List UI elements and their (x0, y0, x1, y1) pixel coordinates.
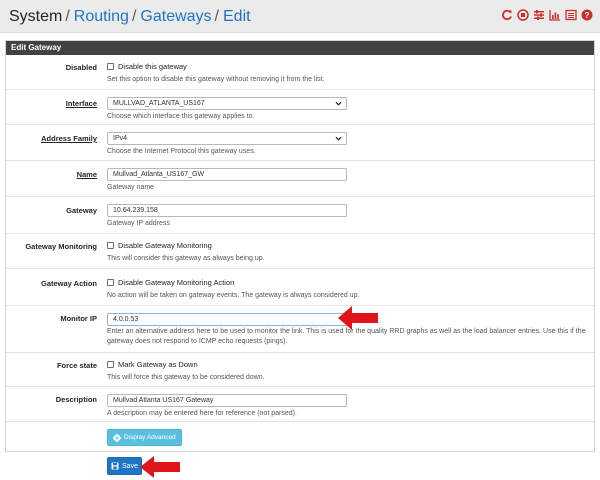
row-gateway-action: Gateway Action Disable Gateway Monitorin… (6, 268, 594, 304)
monitor-ip-input[interactable]: 4.0.0.53 (107, 313, 347, 326)
force-state-checkbox[interactable]: Mark Gateway as Down (107, 360, 198, 369)
header-icons: ? (501, 9, 593, 21)
gateway-action-help: No action will be taken on gateway event… (107, 292, 360, 299)
row-address-family: Address Family IPv4 Choose the Internet … (6, 124, 594, 159)
breadcrumb-system: System (9, 8, 63, 25)
address-family-select[interactable]: IPv4 (107, 132, 347, 145)
restart-icon[interactable] (501, 9, 513, 21)
force-state-label: Force state (56, 361, 97, 370)
save-icon (111, 462, 119, 470)
row-name: Name Mullvad_Atlanta_US167_GW Gateway na… (6, 160, 594, 195)
interface-select[interactable]: MULLVAD_ATLANTA_US167 (107, 97, 347, 110)
checkbox-box[interactable] (107, 279, 114, 286)
disabled-checkbox[interactable]: Disable this gateway (107, 62, 187, 71)
display-advanced-button[interactable]: Display Advanced (107, 429, 182, 446)
arrow-annotation-icon (338, 306, 378, 330)
edit-gateway-panel: Edit Gateway Disabled Disable this gatew… (5, 40, 595, 452)
gateway-input[interactable]: 10.64.239.158 (107, 204, 347, 217)
svg-text:?: ? (585, 11, 590, 20)
arrow-annotation-icon (140, 456, 180, 478)
force-state-help: This will force this gateway to be consi… (107, 374, 265, 381)
row-gateway-monitoring: Gateway Monitoring Disable Gateway Monit… (6, 233, 594, 267)
description-help: A description may be entered here for re… (107, 410, 297, 417)
chevron-down-icon (335, 100, 342, 107)
address-family-help: Choose the Internet Protocol this gatewa… (107, 148, 256, 155)
disabled-label: Disabled (65, 63, 97, 72)
gateway-monitoring-label: Gateway Monitoring (25, 242, 97, 251)
help-icon[interactable]: ? (581, 9, 593, 21)
panel-title: Edit Gateway (6, 41, 594, 55)
disabled-help: Set this option to disable this gateway … (107, 76, 325, 83)
gateway-monitoring-checkbox[interactable]: Disable Gateway Monitoring (107, 241, 212, 250)
checkbox-box[interactable] (107, 63, 114, 70)
row-gateway: Gateway 10.64.239.158 Gateway IP address (6, 196, 594, 232)
gateway-monitoring-help: This will consider this gateway as alway… (107, 255, 265, 262)
monitor-ip-label: Monitor IP (60, 314, 97, 323)
gateway-action-label: Gateway Action (41, 279, 97, 288)
save-label: Save (122, 462, 138, 470)
name-input[interactable]: Mullvad_Atlanta_US167_GW (107, 168, 347, 181)
breadcrumb-edit[interactable]: Edit (223, 8, 251, 25)
breadcrumb-gateways[interactable]: Gateways (140, 8, 211, 25)
top-bar: System / Routing / Gateways / Edit ? (0, 0, 600, 33)
gateway-help: Gateway IP address (107, 220, 170, 227)
breadcrumb-routing[interactable]: Routing (74, 8, 129, 25)
interface-select-value: MULLVAD_ATLANTA_US167 (113, 100, 205, 107)
force-state-checkbox-label: Mark Gateway as Down (118, 360, 198, 369)
row-disabled: Disabled Disable this gateway Set this o… (6, 55, 594, 88)
gateway-action-checkbox-label: Disable Gateway Monitoring Action (118, 278, 235, 287)
list-icon[interactable] (565, 9, 577, 21)
breadcrumb-separator: / (131, 8, 137, 25)
breadcrumb: System / Routing / Gateways / Edit (9, 7, 251, 27)
gear-icon (113, 433, 121, 442)
breadcrumb-separator: / (214, 8, 219, 25)
checkbox-box[interactable] (107, 361, 114, 368)
chevron-down-icon (335, 135, 342, 142)
row-display-advanced: Display Advanced (6, 421, 594, 452)
breadcrumb-separator: / (65, 8, 70, 25)
address-family-label[interactable]: Address Family (41, 134, 97, 143)
gateway-label: Gateway (66, 206, 97, 215)
interface-help: Choose which interface this gateway appl… (107, 113, 255, 120)
description-input[interactable]: Mullvad Atlanta US167 Gateway (107, 394, 347, 407)
checkbox-box[interactable] (107, 242, 114, 249)
address-family-select-value: IPv4 (113, 135, 128, 142)
gateway-monitoring-checkbox-label: Disable Gateway Monitoring (118, 241, 212, 250)
row-description: Description Mullvad Atlanta US167 Gatewa… (6, 386, 594, 420)
name-label[interactable]: Name (77, 170, 97, 179)
interface-label[interactable]: Interface (66, 99, 97, 108)
gateway-action-checkbox[interactable]: Disable Gateway Monitoring Action (107, 278, 234, 287)
stop-icon[interactable] (517, 9, 529, 21)
row-force-state: Force state Mark Gateway as Down This wi… (6, 352, 594, 385)
name-help: Gateway name (107, 184, 155, 191)
save-button[interactable]: Save (107, 457, 142, 475)
row-interface: Interface MULLVAD_ATLANTA_US167 Choose w… (6, 89, 594, 123)
settings-sliders-icon[interactable] (533, 9, 545, 21)
row-monitor-ip: Monitor IP 4.0.0.53 Enter an alternative… (6, 305, 594, 351)
display-advanced-label: Display Advanced (124, 434, 176, 441)
chart-icon[interactable] (549, 9, 561, 21)
description-label: Description (55, 395, 97, 404)
disabled-checkbox-label: Disable this gateway (118, 62, 187, 71)
